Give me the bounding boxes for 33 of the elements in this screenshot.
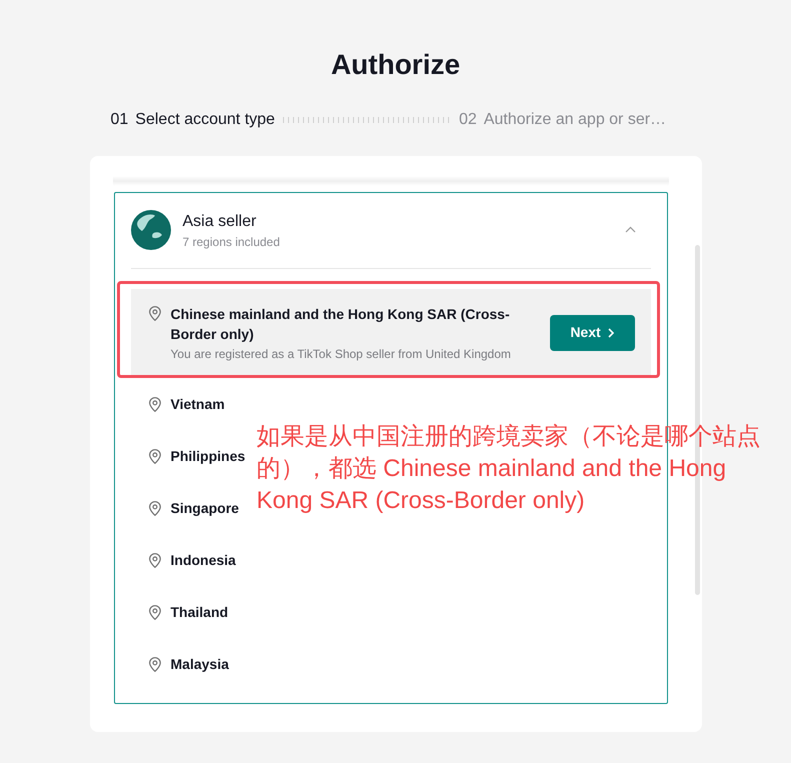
location-pin-icon	[148, 448, 160, 464]
region-name: Philippines	[170, 447, 246, 466]
region-option[interactable]: Malaysia	[130, 638, 233, 690]
region-note: You are registered as a TikTok Shop seller from United Kingdom	[170, 346, 510, 362]
location-pin-icon	[148, 604, 160, 620]
next-button[interactable]: Next	[550, 314, 634, 350]
page-title: Authorize	[330, 48, 460, 82]
region-name: Singapore	[170, 499, 239, 518]
location-pin-icon	[148, 306, 160, 320]
chevron-icon[interactable]	[624, 226, 636, 233]
step-label: Select account type	[135, 110, 275, 130]
location-pin-icon	[148, 500, 160, 516]
region-name: Malaysia	[170, 655, 229, 674]
region-name: Indonesia	[170, 551, 236, 570]
step-number: 02	[458, 110, 477, 130]
region-option[interactable]: Singapore	[130, 482, 243, 534]
step-number: 01	[110, 110, 128, 130]
region-option[interactable]: Philippines	[130, 430, 250, 482]
group-subtitle: 7 regions included	[182, 234, 281, 250]
location-pin-icon	[148, 656, 160, 672]
group-title: Asia seller	[182, 212, 258, 232]
region-option[interactable]: Indonesia	[130, 534, 240, 586]
region-name: Thailand	[170, 603, 228, 622]
globe-avatar-icon	[130, 210, 170, 250]
region-option[interactable]: Chinese mainland and the Hong Kong SAR (Cross-Border only) You are registered as a TikTok Shop seller from United Kingdom Next	[130, 289, 650, 376]
chevron-right-icon	[608, 328, 614, 338]
location-pin-icon	[148, 552, 160, 568]
region-option[interactable]: Vietnam	[130, 378, 229, 430]
location-pin-icon	[148, 396, 160, 412]
region-option[interactable]: Thailand	[130, 586, 232, 638]
step-label: Authorize an app or ser…	[484, 110, 666, 130]
region-name: Chinese mainland and the Hong Kong SAR (Cross-Border only)	[170, 304, 510, 344]
region-name: Vietnam	[170, 395, 225, 414]
